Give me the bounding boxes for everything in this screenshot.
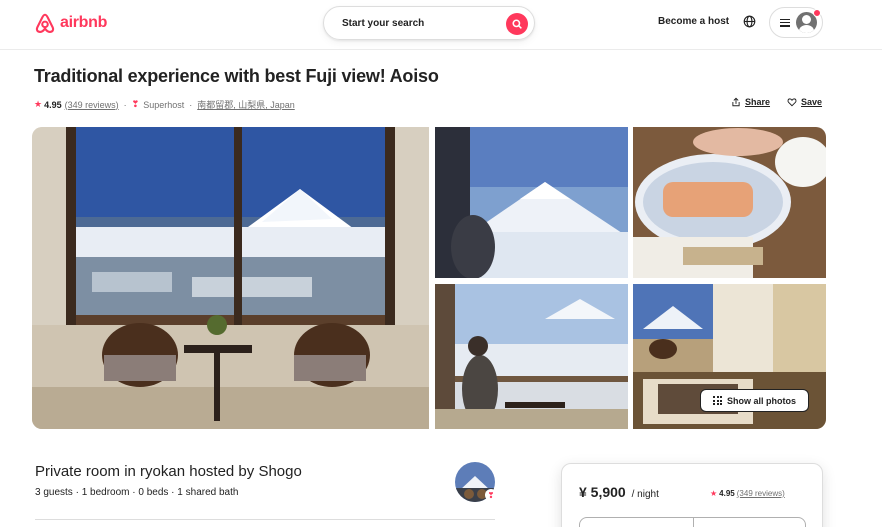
share-icon bbox=[732, 97, 740, 107]
notification-dot bbox=[813, 9, 821, 17]
room-details: 3 guests · 1 bedroom · 0 beds · 1 shared… bbox=[35, 487, 239, 498]
booking-card: ¥ 5,900 / night ★ 4.95 (349 reviews) bbox=[561, 463, 823, 527]
menu-icon bbox=[780, 18, 790, 27]
save-button[interactable]: Save bbox=[787, 97, 822, 107]
star-icon: ★ bbox=[710, 489, 718, 498]
card-rating: ★ 4.95 (349 reviews) bbox=[710, 489, 785, 498]
star-icon: ★ bbox=[34, 99, 43, 109]
divider bbox=[35, 519, 495, 520]
show-all-photos-label: Show all photos bbox=[727, 395, 796, 406]
grid-icon bbox=[713, 396, 722, 405]
photo-fuji-window[interactable] bbox=[435, 127, 628, 278]
room-title: Private room in ryokan hosted by Shogo bbox=[35, 463, 302, 480]
superhost-icon: ❣ bbox=[131, 99, 140, 109]
airbnb-logo-icon bbox=[35, 13, 55, 33]
share-label: Share bbox=[745, 97, 771, 107]
show-all-photos-button[interactable]: Show all photos bbox=[700, 389, 809, 412]
become-host-link[interactable]: Become a host bbox=[658, 16, 729, 27]
rating-value: 4.95 bbox=[44, 99, 62, 110]
separator: · bbox=[123, 99, 127, 110]
price-value: ¥ 5,900 bbox=[579, 484, 626, 500]
globe-icon[interactable] bbox=[743, 15, 756, 28]
price-per-night: ¥ 5,900 / night bbox=[579, 484, 659, 500]
card-reviews-link[interactable]: (349 reviews) bbox=[737, 489, 785, 498]
superhost-badge-icon: ❣ bbox=[485, 489, 497, 501]
listing-title: Traditional experience with best Fuji vi… bbox=[34, 66, 439, 86]
search-button[interactable] bbox=[506, 13, 528, 35]
card-rating-value: 4.95 bbox=[719, 489, 735, 498]
top-nav: airbnb Start your search Become a host bbox=[0, 0, 882, 50]
photo-guest-by-window[interactable] bbox=[435, 284, 628, 429]
reviews-link[interactable]: (349 reviews) bbox=[65, 100, 119, 110]
brand-name: airbnb bbox=[60, 14, 108, 31]
share-button[interactable]: Share bbox=[731, 97, 770, 107]
location-link[interactable]: 南都留郡, 山梨県, Japan bbox=[197, 98, 295, 111]
separator: · bbox=[189, 99, 193, 110]
superhost-label: Superhost bbox=[143, 99, 185, 110]
date-picker[interactable] bbox=[579, 517, 806, 527]
photo-main-room-view[interactable] bbox=[32, 127, 429, 429]
photo-breakfast-meal[interactable] bbox=[633, 127, 826, 278]
heart-icon bbox=[787, 98, 797, 107]
save-label: Save bbox=[801, 97, 823, 107]
search-icon bbox=[512, 19, 522, 29]
search-placeholder: Start your search bbox=[342, 17, 425, 29]
airbnb-logo[interactable]: airbnb bbox=[34, 11, 107, 35]
price-unit: / night bbox=[631, 489, 659, 500]
search-bar[interactable]: Start your search bbox=[323, 6, 535, 40]
listing-meta: ★ 4.95 (349 reviews) · ❣ Superhost · 南都留… bbox=[34, 98, 295, 111]
